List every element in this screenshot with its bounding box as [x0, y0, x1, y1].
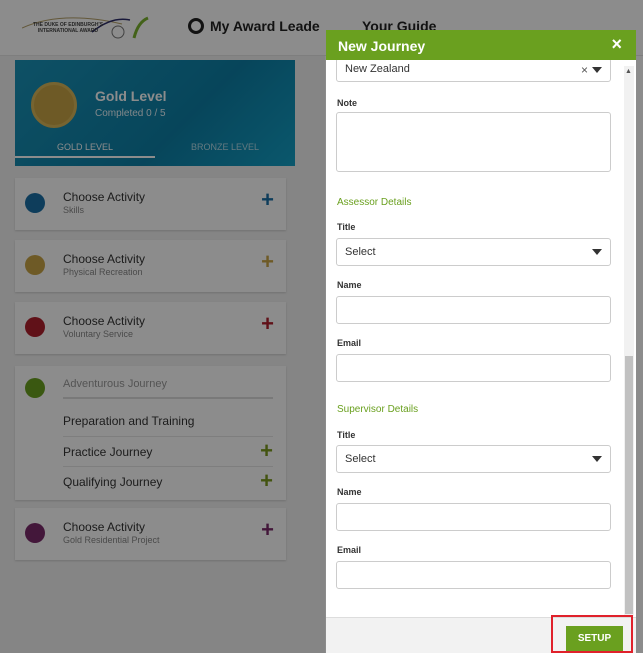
supervisor-title-select[interactable]: Select: [336, 445, 611, 473]
modal-footer: SETUP: [326, 615, 636, 653]
clear-icon[interactable]: ×: [581, 63, 588, 77]
setup-button[interactable]: SETUP: [566, 626, 623, 651]
modal-body: New Zealand × Note Assessor Details Titl…: [326, 60, 636, 616]
modal-title: New Journey: [338, 38, 426, 54]
chevron-down-icon: [592, 456, 602, 462]
assessor-name-label: Name: [337, 280, 362, 290]
country-value: New Zealand: [345, 63, 410, 75]
assessor-title-value: Select: [345, 246, 376, 258]
supervisor-name-label: Name: [337, 487, 362, 497]
modal-scrollbar[interactable]: ▲: [624, 66, 634, 616]
assessor-name-input[interactable]: [336, 296, 611, 324]
scrollbar-thumb[interactable]: [625, 356, 633, 614]
scroll-up-arrow-icon[interactable]: ▲: [625, 68, 632, 75]
assessor-details-heading: Assessor Details: [337, 197, 412, 208]
assessor-email-input[interactable]: [336, 354, 611, 382]
chevron-down-icon: [592, 249, 602, 255]
assessor-email-label: Email: [337, 338, 362, 348]
supervisor-email-label: Email: [337, 545, 362, 555]
country-select[interactable]: New Zealand ×: [336, 60, 611, 82]
modal-header: New Journey ×: [326, 30, 636, 60]
supervisor-title-label: Title: [337, 430, 356, 440]
setup-highlight: SETUP: [551, 615, 633, 653]
supervisor-email-input[interactable]: [336, 561, 611, 589]
note-label: Note: [337, 98, 357, 108]
assessor-title-label: Title: [337, 222, 356, 232]
chevron-down-icon[interactable]: [592, 67, 602, 73]
close-icon[interactable]: ×: [611, 34, 622, 55]
supervisor-details-heading: Supervisor Details: [337, 404, 419, 415]
new-journey-modal: New Journey × New Zealand × Note Assesso…: [326, 30, 636, 653]
supervisor-name-input[interactable]: [336, 503, 611, 531]
supervisor-title-value: Select: [345, 453, 376, 465]
note-textarea[interactable]: [336, 112, 611, 172]
assessor-title-select[interactable]: Select: [336, 238, 611, 266]
